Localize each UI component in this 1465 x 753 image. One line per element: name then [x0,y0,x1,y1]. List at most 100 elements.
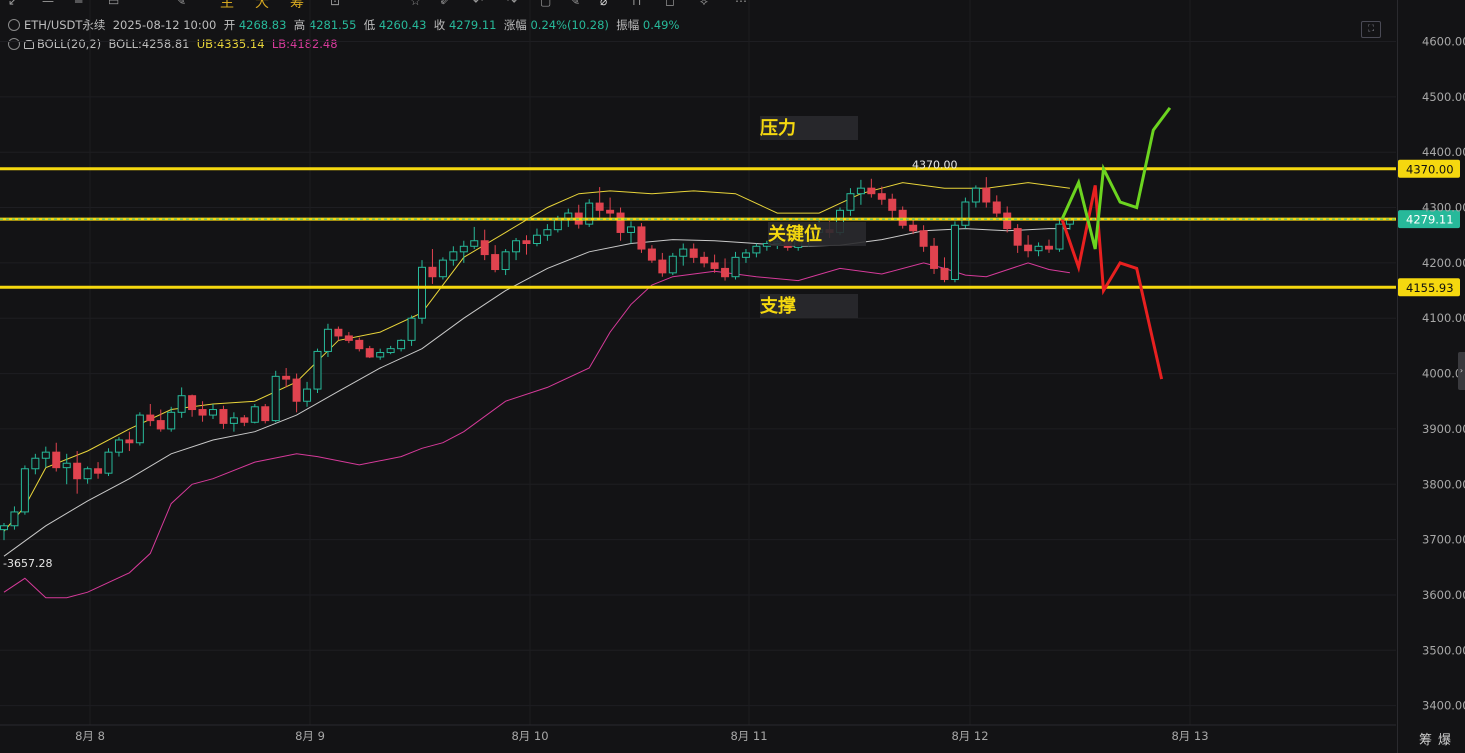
candle-body [689,248,698,258]
candle-body [950,224,959,280]
candle-body [627,226,635,233]
candle-body [156,420,165,430]
candle-body [1013,228,1022,246]
candle-body [240,417,249,423]
candle-body [125,439,134,444]
y-tick-label: 4200.00 [1422,256,1465,270]
candle-body [104,451,113,474]
bottom-tools: 筹爆 [1419,729,1457,748]
candle-body [721,267,730,278]
candle-body [449,251,458,261]
candle-body [501,251,510,271]
candle-body [261,406,270,422]
candle-body [679,248,688,257]
candle-body [1034,245,1043,252]
candle-body [418,266,426,319]
candlestick-chart[interactable]: 4370.00 4279.11 4155.93 压力关键位支撑 4600.00 4500… [0,0,1465,753]
candle-body [83,468,92,480]
candle-body [710,262,719,269]
projection-paths [1060,107,1172,380]
x-tick-label: 8月 13 [1171,729,1208,743]
candle-body [188,395,197,411]
candle-body [982,187,991,203]
candle-body [741,252,750,258]
candle-body [992,201,1001,214]
candle-body [480,240,489,256]
candle-body [731,256,740,278]
y-tick-label: 4600.00 [1422,35,1465,49]
candle-body [532,234,541,245]
candle-body [595,202,604,211]
candle-body [553,219,562,231]
candle-body [940,267,949,280]
chips-tool-button[interactable]: 筹 [1419,733,1432,748]
liquidation-tool-button[interactable]: 爆 [1438,733,1451,748]
candle-body [512,240,521,253]
y-tick-label: 4400.00 [1422,145,1465,159]
candle-body [73,462,82,480]
low-annotation: -3657.28 [3,557,52,570]
axes: 4600.00 4500.00 4400.00 4300.00 4200.00 4100.… [0,35,1465,743]
boll-mid-line [3,228,1070,557]
candle-body [961,201,970,226]
y-tick-label: 4300.00 [1422,201,1465,215]
candle-body [41,451,50,459]
candle-body [344,335,353,341]
candle-body [146,414,155,422]
candle-body [606,209,615,214]
candle-body [135,414,144,444]
y-tick-label: 4500.00 [1422,90,1465,104]
fullscreen-icon[interactable]: ⛶ [1361,21,1381,38]
candle-body [31,457,40,470]
candle-body [303,388,312,402]
candle-body [888,198,897,211]
candle-body [376,352,385,358]
candle-body [877,193,886,200]
candle-body [397,339,406,350]
scroll-right-handle[interactable]: › [1458,352,1465,390]
high-annotation: 4370.00 [912,158,958,171]
candle-body [167,411,176,430]
candle-body [1055,223,1064,250]
candle-body [386,348,395,354]
candle-body [177,395,186,413]
candle-body [867,187,876,195]
candle-body [971,187,980,203]
bearish-projection-line [1060,185,1164,380]
candle-body [334,328,343,337]
candle-body [668,255,677,274]
candle-body [543,229,552,236]
candle-body [700,256,709,264]
candle-body [428,266,437,278]
candle-body [658,259,667,274]
y-tick-label: 3900.00 [1422,422,1465,436]
y-tick-label: 3600.00 [1422,588,1465,602]
candles [0,177,1074,541]
level-price-label: 4155.93 [1406,281,1454,295]
candle-body [219,409,228,424]
candle-body [1045,245,1053,250]
candle-body [459,245,468,253]
candle-body [1024,244,1033,252]
candle-body [355,339,364,350]
candle-body [1003,212,1012,230]
candle-body [919,230,928,247]
candle-body [0,525,8,531]
candle-body [647,248,656,261]
candle-body [470,240,479,247]
candle-body [909,224,918,232]
level-price-label: 4279.11 [1406,213,1454,227]
candle-body [229,417,238,424]
zone-label: 关键位 [768,223,822,245]
candle-body [62,462,71,469]
boll-lower-line [3,262,1070,599]
y-tick-label: 3800.00 [1422,477,1465,491]
candle-body [94,468,103,474]
candle-body [637,226,646,250]
x-tick-label: 8月 11 [730,729,767,743]
candle-body [752,245,761,254]
y-tick-label: 3500.00 [1422,643,1465,657]
candle-body [250,406,259,423]
candle-body [198,409,207,416]
zone-label: 压力 [760,118,796,139]
